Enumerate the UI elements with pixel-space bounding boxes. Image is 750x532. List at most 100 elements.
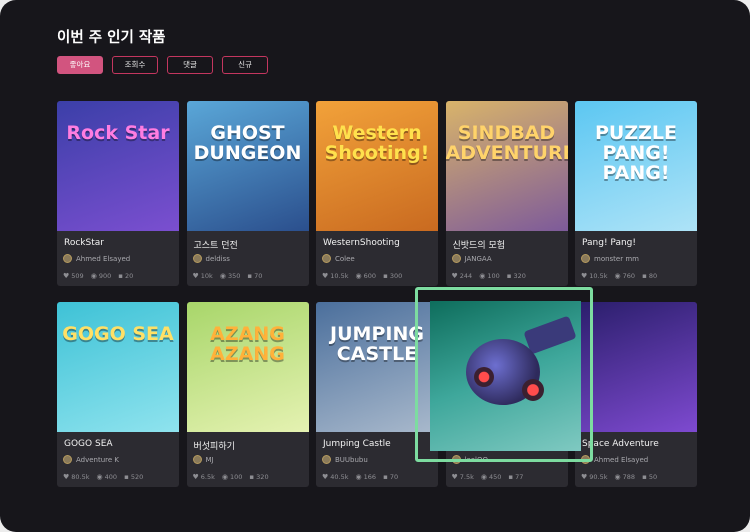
views-count: 400 <box>104 473 118 481</box>
game-card[interactable]: Rock Star RockStar Ahmed Elsayed ♥ 509 ◉… <box>57 101 179 286</box>
game-author[interactable]: Ahmed Elsayed <box>581 455 648 464</box>
likes-stat: ♥ 509 <box>63 272 84 280</box>
views-stat: ◉ 760 <box>615 272 636 280</box>
heart-icon: ♥ <box>192 473 199 481</box>
comments-count: 70 <box>389 473 399 481</box>
eye-icon: ◉ <box>614 272 621 280</box>
game-thumbnail[interactable]: Western Shooting! <box>316 101 438 231</box>
game-author[interactable]: Adventure K <box>63 455 119 464</box>
eye-icon: ◉ <box>479 272 486 280</box>
game-logo: SINDBAD ADVENTURE <box>445 122 568 164</box>
avatar <box>581 254 590 263</box>
game-author[interactable]: loolOO <box>451 455 488 464</box>
eye-icon: ◉ <box>355 473 362 481</box>
views-stat: ◉ 400 <box>97 473 118 481</box>
game-author[interactable]: BUUbubu <box>322 455 368 464</box>
filter-new[interactable]: 신규 <box>222 56 268 74</box>
avatar <box>192 254 202 263</box>
comments-count: 80 <box>648 272 658 280</box>
filter-likes[interactable]: 좋아요 <box>57 56 103 74</box>
comments-count: 520 <box>130 473 144 481</box>
game-logo: JUMPING CASTLE <box>330 323 424 365</box>
game-stats: ♥ 10.5k ◉ 760 ▪ 80 <box>581 272 657 280</box>
selected-game-art <box>430 301 581 451</box>
game-logo: GOGO SEA <box>62 323 174 345</box>
game-stats: ♥ 7.5k ◉ 450 ▪ 77 <box>452 473 524 481</box>
likes-stat: ♥ 40.5k <box>322 473 349 481</box>
game-title[interactable]: GOGO SEA <box>64 439 113 449</box>
game-title[interactable]: Space Adventure <box>582 439 659 449</box>
game-stats: ♥ 6.5k ◉ 100 ▪ 320 <box>193 473 269 481</box>
author-name: Adventure K <box>76 455 120 464</box>
game-logo: Rock Star <box>66 122 170 144</box>
game-card[interactable]: PUZZLE PANG! PANG! Pang! Pang! monster m… <box>575 101 697 286</box>
comments-count: 320 <box>513 272 526 280</box>
game-thumbnail[interactable]: GHOST DUNGEON <box>186 101 309 231</box>
game-card[interactable]: Space Adventure Ahmed Elsayed ♥ 90.5k ◉ … <box>575 302 697 487</box>
game-thumbnail[interactable]: GOGO SEA <box>57 302 179 432</box>
likes-count: 10.5k <box>589 272 608 280</box>
comment-icon: ▪ <box>506 272 512 280</box>
avatar <box>451 254 461 263</box>
game-card[interactable]: GHOST DUNGEON 고스트 던전 deldiss ♥ 10k ◉ 350… <box>186 101 309 286</box>
page-title: 이번 주 인기 작품 <box>57 30 166 46</box>
views-count: 350 <box>227 272 241 280</box>
views-stat: ◉ 788 <box>615 473 636 481</box>
game-card[interactable]: GOGO SEA GOGO SEA Adventure K ♥ 80.5k ◉ … <box>57 302 179 487</box>
comments-count: 77 <box>515 473 524 481</box>
game-grid: Rock Star RockStar Ahmed Elsayed ♥ 509 ◉… <box>57 101 697 487</box>
game-title[interactable]: Jumping Castle <box>323 439 391 449</box>
game-thumbnail[interactable]: AZANG AZANG <box>186 302 309 432</box>
avatar <box>322 455 331 464</box>
game-author[interactable]: MJ <box>192 455 214 464</box>
game-thumbnail[interactable] <box>575 302 697 432</box>
game-thumbnail[interactable]: SINDBAD ADVENTURE <box>445 101 568 231</box>
game-card[interactable]: SINDBAD ADVENTURE 신밧드의 모험 JANGAA ♥ 244 ◉… <box>445 101 568 286</box>
author-name: Ahmed Elsayed <box>76 254 131 263</box>
filter-views[interactable]: 조회수 <box>112 56 158 74</box>
views-stat: ◉ 100 <box>222 473 243 481</box>
game-author[interactable]: deldiss <box>192 254 230 263</box>
heart-icon: ♥ <box>63 473 70 481</box>
likes-count: 7.5k <box>459 473 474 481</box>
avatar <box>451 455 461 464</box>
game-author[interactable]: Ahmed Elsayed <box>63 254 130 263</box>
author-name: JANGAA <box>464 254 492 263</box>
comments-stat: ▪ 70 <box>383 473 398 481</box>
views-count: 450 <box>489 473 502 481</box>
views-count: 100 <box>487 272 500 280</box>
views-count: 100 <box>230 473 243 481</box>
popular-works-panel: 이번 주 인기 작품 좋아요 조회수 댓글 신규 Rock Star RockS… <box>0 0 750 532</box>
game-thumbnail[interactable]: PUZZLE PANG! PANG! <box>575 101 697 231</box>
heart-icon: ♥ <box>451 473 458 481</box>
game-author[interactable]: Colee <box>322 254 355 263</box>
views-stat: ◉ 166 <box>356 473 377 481</box>
comments-stat: ▪ 50 <box>642 473 657 481</box>
likes-stat: ♥ 6.5k <box>193 473 215 481</box>
game-card[interactable]: JUMPING CASTLE Jumping Castle BUUbubu ♥ … <box>316 302 438 487</box>
comments-stat: ▪ 80 <box>642 272 657 280</box>
game-author[interactable]: monster mm <box>581 254 639 263</box>
game-thumbnail[interactable]: JUMPING CASTLE <box>316 302 438 432</box>
game-stats: ♥ 244 ◉ 100 ▪ 320 <box>452 272 526 280</box>
game-title[interactable]: RockStar <box>64 238 104 248</box>
likes-stat: ♥ 10.5k <box>581 272 608 280</box>
views-count: 900 <box>98 272 112 280</box>
game-title[interactable]: WesternShooting <box>323 238 400 248</box>
comments-count: 50 <box>648 473 658 481</box>
eye-icon: ◉ <box>221 473 228 481</box>
views-stat: ◉ 900 <box>91 272 112 280</box>
game-title[interactable]: Pang! Pang! <box>582 238 636 248</box>
game-title[interactable]: 신밧드의 모험 <box>453 238 506 251</box>
likes-stat: ♥ 10k <box>193 272 213 280</box>
filter-comments[interactable]: 댓글 <box>167 56 213 74</box>
game-card[interactable]: AZANG AZANG 버섯피하기 MJ ♥ 6.5k ◉ 100 ▪ 320 <box>186 302 309 487</box>
game-title[interactable]: 버섯피하기 <box>194 439 235 452</box>
game-title[interactable]: 고스트 던전 <box>194 238 238 251</box>
heart-icon: ♥ <box>322 272 329 280</box>
game-thumbnail[interactable]: Rock Star <box>57 101 179 231</box>
author-name: loolOO <box>464 455 488 464</box>
game-card[interactable]: Western Shooting! WesternShooting Colee … <box>316 101 438 286</box>
game-author[interactable]: JANGAA <box>451 254 492 263</box>
avatar <box>192 455 202 464</box>
